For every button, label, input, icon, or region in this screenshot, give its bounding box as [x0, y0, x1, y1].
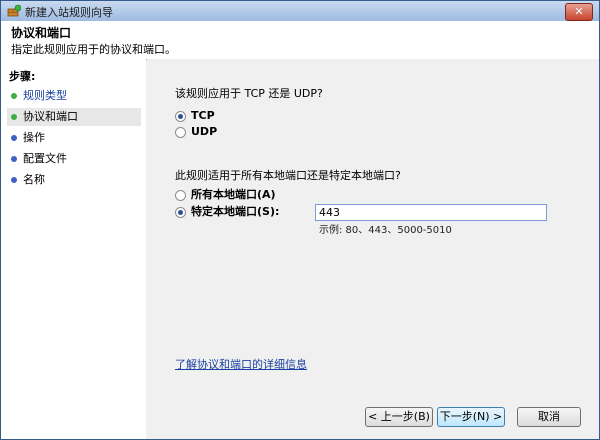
step-profile[interactable]: 配置文件: [7, 150, 141, 168]
cancel-button[interactable]: 取消: [517, 407, 581, 427]
radio-label: UDP: [191, 125, 218, 138]
step-protocol-and-ports[interactable]: 协议和端口: [7, 108, 141, 126]
learn-more-link[interactable]: 了解协议和端口的详细信息: [175, 356, 307, 372]
firewall-shield-icon: [7, 4, 21, 17]
radio-button[interactable]: [175, 111, 186, 122]
step-bullet-icon: [11, 156, 17, 162]
back-button[interactable]: < 上一步(B): [365, 407, 433, 427]
page-header: 协议和端口 指定此规则应用于的协议和端口。: [1, 21, 599, 60]
ports-example: 示例: 80、443、5000-5010: [319, 225, 452, 236]
step-bullet-icon: [11, 114, 17, 120]
steps-sidebar: 步骤: 规则类型 协议和端口 操作 配置文件 名称: [1, 59, 146, 439]
radio-button[interactable]: [175, 207, 186, 218]
specific-ports-input[interactable]: [315, 204, 547, 221]
next-button[interactable]: 下一步(N) >: [437, 407, 505, 427]
radio-label: 特定本地端口(S):: [191, 205, 280, 218]
protocol-question: 该规则应用于 TCP 还是 UDP?: [175, 87, 323, 100]
radio-label: 所有本地端口(A): [191, 188, 276, 201]
page-subtitle: 指定此规则应用于的协议和端口。: [11, 43, 176, 56]
radio-button[interactable]: [175, 127, 186, 138]
step-bullet-icon: [11, 177, 17, 183]
ports-question: 此规则适用于所有本地端口还是特定本地端口?: [175, 169, 401, 182]
page-title: 协议和端口: [11, 26, 72, 40]
close-button[interactable]: ✕: [565, 3, 593, 21]
step-label: 名称: [23, 173, 45, 186]
radio-label: TCP: [191, 109, 215, 122]
step-action[interactable]: 操作: [7, 129, 141, 147]
step-bullet-icon: [11, 93, 17, 99]
title-bar[interactable]: 新建入站规则向导 ✕: [1, 1, 599, 21]
wizard-window: 新建入站规则向导 ✕ 协议和端口 指定此规则应用于的协议和端口。 步骤: 规则类…: [0, 0, 600, 440]
step-name[interactable]: 名称: [7, 171, 141, 189]
step-label: 操作: [23, 131, 45, 144]
steps-label: 步骤:: [9, 70, 36, 83]
window-title: 新建入站规则向导: [25, 6, 113, 19]
step-label: 配置文件: [23, 152, 67, 165]
step-rule-type[interactable]: 规则类型: [7, 87, 141, 105]
radio-button[interactable]: [175, 190, 186, 201]
step-label: 协议和端口: [23, 110, 78, 123]
step-bullet-icon: [11, 135, 17, 141]
main-panel: 该规则应用于 TCP 还是 UDP? TCP UDP 此规则适用于所有本地端口还…: [147, 59, 599, 439]
step-label: 规则类型: [23, 89, 67, 102]
